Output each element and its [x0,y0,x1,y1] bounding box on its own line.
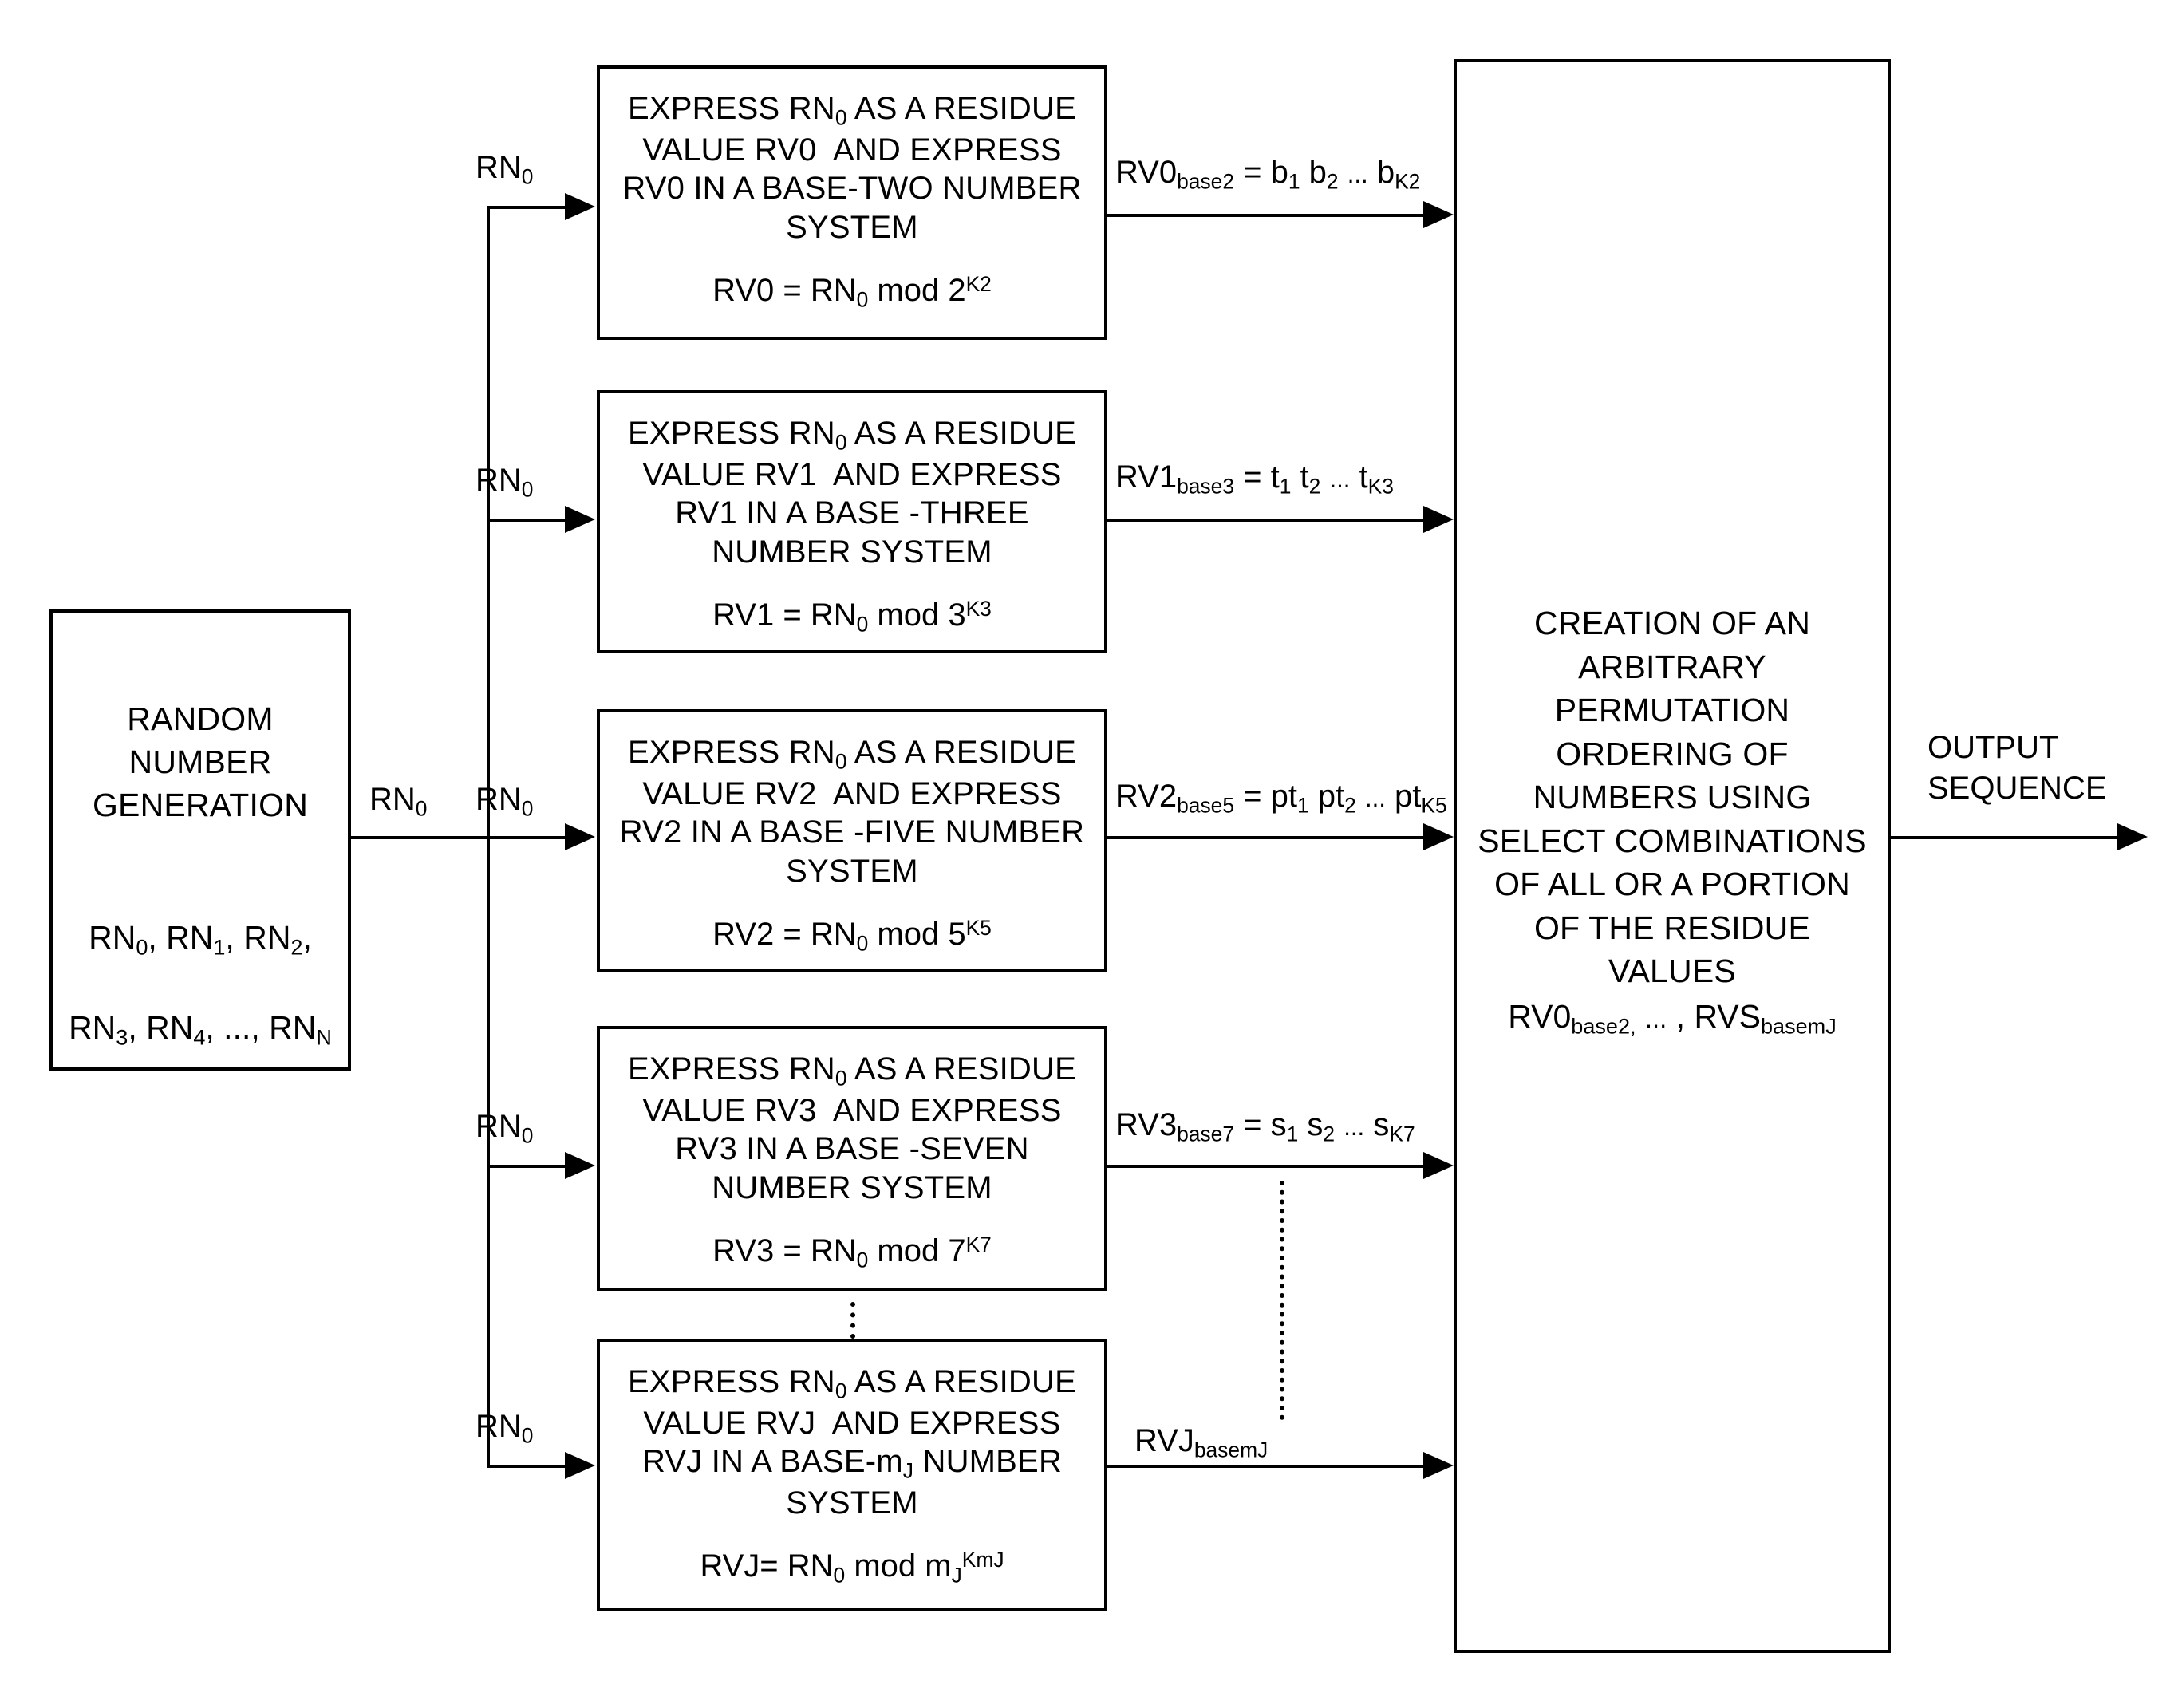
result-arrowhead-4 [1423,1452,1454,1479]
result-arrowhead-2 [1423,823,1454,850]
branch-arrowhead-0 [565,193,595,220]
branch-line-0 [487,206,566,209]
branch-line-2 [487,836,566,839]
creation-permutation-box: CREATION OF AN ARBITRARY PERMUTATION ORD… [1454,59,1891,1653]
output-arrowhead [2117,823,2148,850]
process-box-rvj-formula: RVJ= RN0 mod mJKmJ [700,1547,1004,1588]
result-line-3 [1107,1165,1428,1168]
rng-box-sequence: RN0, RN1, RN2, RN3, RN4, ..., RNN [69,871,332,1096]
result-arrowhead-1 [1423,506,1454,533]
diagram-canvas: RANDOM NUMBER GENERATION RN0, RN1, RN2, … [0,0,2182,1708]
branch-label-1: RN0 [475,463,534,502]
branch-arrowhead-1 [565,506,595,533]
rng-sequence-line-1: RN0, RN1, RN2, [89,918,312,960]
process-box-rv2: EXPRESS RN0 AS A RESIDUE VALUE RV2 AND E… [597,709,1107,972]
result-line-1 [1107,519,1428,522]
rng-to-bus-line [351,836,487,839]
output-sequence-label: OUTPUT SEQUENCE [1927,730,2107,807]
result-label-2: RV2base5 = pt1 pt2 ... ptK5 [1115,779,1447,818]
result-label-0: RV0base2 = b1 b2 ... bK2 [1115,155,1421,194]
branch-label-0: RN0 [475,150,534,189]
process-box-rvj-title: EXPRESS RN0 AS A RESIDUE VALUE RVJ AND E… [628,1364,1076,1521]
result-arrowhead-0 [1423,201,1454,228]
process-box-rv1-title: EXPRESS RN0 AS A RESIDUE VALUE RV1 AND E… [628,416,1076,570]
process-box-rv0-formula: RV0 = RN0 mod 2K2 [712,271,992,312]
rng-box-title: RANDOM NUMBER GENERATION [92,700,309,824]
process-box-rv3-formula: RV3 = RN0 mod 7K7 [712,1232,992,1272]
result-label-4: RVJbasemJ [1134,1423,1269,1462]
result-line-4 [1107,1465,1428,1468]
branch-arrowhead-4 [565,1452,595,1479]
branch-label-2: RN0 [475,782,534,821]
rng-sequence-line-2: RN3, RN4, ..., RNN [69,1009,332,1050]
output-line [1891,836,2122,839]
result-arrowhead-3 [1423,1152,1454,1179]
process-box-rv2-title: EXPRESS RN0 AS A RESIDUE VALUE RV2 AND E… [619,735,1085,890]
branch-label-3: RN0 [475,1109,534,1148]
process-box-rv2-formula: RV2 = RN0 mod 5K5 [712,915,992,956]
branch-line-1 [487,519,566,522]
branch-line-4 [487,1465,566,1468]
vertical-ellipsis-between-boxes [850,1302,855,1339]
result-line-0 [1107,214,1428,217]
distribution-bus [487,206,490,1465]
branch-label-4: RN0 [475,1409,534,1448]
process-box-rv0-title: EXPRESS RN0 AS A RESIDUE VALUE RV0 AND E… [622,91,1082,246]
creation-box-formula: RV0base2, ... , RVSbasemJ [1508,997,1837,1039]
process-box-rv1-formula: RV1 = RN0 mod 3K3 [712,596,992,637]
creation-box-title: CREATION OF AN ARBITRARY PERMUTATION ORD… [1478,605,1867,990]
bus-label-rng: RN0 [369,782,428,821]
result-label-3: RV3base7 = s1 s2 ... sK7 [1115,1107,1415,1146]
process-box-rv0: EXPRESS RN0 AS A RESIDUE VALUE RV0 AND E… [597,65,1107,340]
process-box-rv3: EXPRESS RN0 AS A RESIDUE VALUE RV3 AND E… [597,1026,1107,1291]
result-vertical-ellipsis [1280,1181,1284,1420]
result-line-2 [1107,836,1428,839]
branch-arrowhead-3 [565,1152,595,1179]
process-box-rv1: EXPRESS RN0 AS A RESIDUE VALUE RV1 AND E… [597,390,1107,653]
process-box-rvj: EXPRESS RN0 AS A RESIDUE VALUE RVJ AND E… [597,1339,1107,1611]
result-label-1: RV1base3 = t1 t2 ... tK3 [1115,460,1394,499]
branch-line-3 [487,1165,566,1168]
branch-arrowhead-2 [565,823,595,850]
random-number-generation-box: RANDOM NUMBER GENERATION RN0, RN1, RN2, … [49,609,351,1071]
process-box-rv3-title: EXPRESS RN0 AS A RESIDUE VALUE RV3 AND E… [628,1051,1076,1206]
